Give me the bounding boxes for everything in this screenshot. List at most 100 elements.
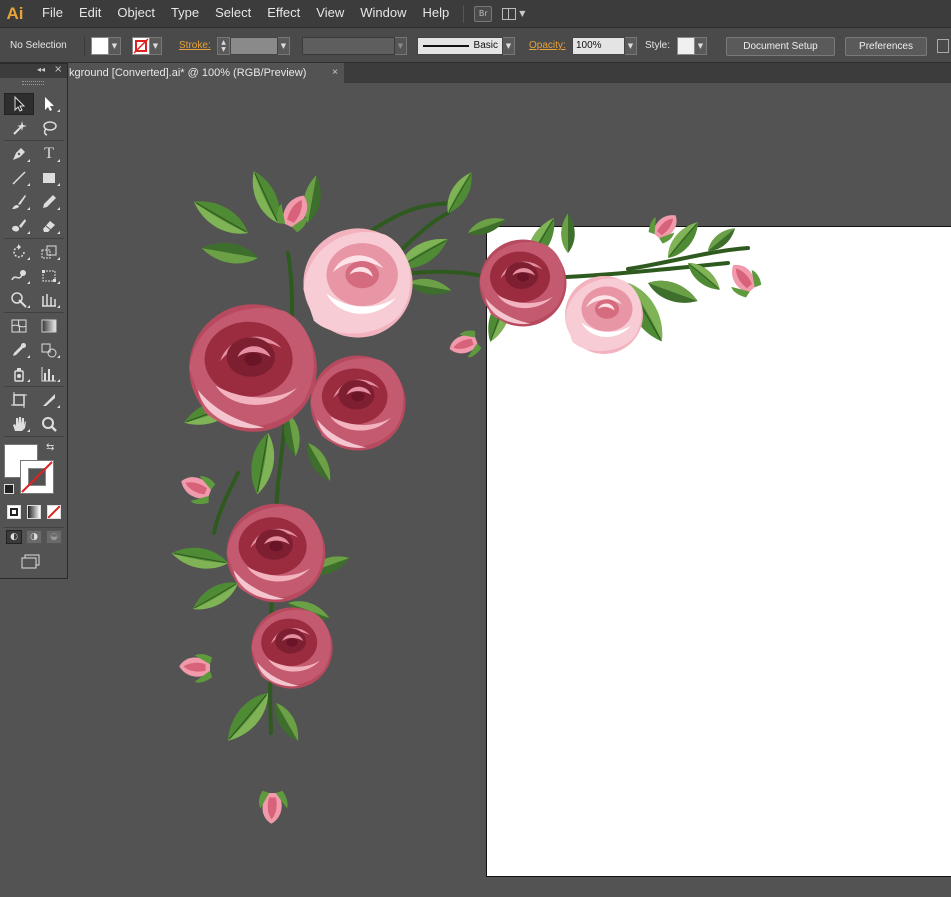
screen-mode-icon — [21, 554, 40, 569]
chevron-down-icon[interactable]: ▼ — [150, 37, 162, 55]
shape-builder-tool[interactable] — [4, 289, 34, 311]
tools-panel-header[interactable]: ◂◂ × — [0, 64, 67, 78]
gradient-mode-icon[interactable] — [27, 505, 41, 519]
divider — [4, 312, 64, 313]
direct-selection-tool[interactable] — [34, 93, 64, 115]
draw-normal-icon[interactable]: ◐ — [6, 530, 22, 544]
arrange-documents-button[interactable]: ▼ — [502, 6, 532, 22]
menu-window[interactable]: Window — [352, 0, 414, 27]
chevron-down-icon[interactable]: ▼ — [503, 37, 515, 55]
graphic-style-swatch[interactable] — [677, 37, 695, 55]
free-transform-tool[interactable] — [34, 265, 64, 287]
chevron-down-icon[interactable]: ▼ — [278, 37, 290, 55]
draw-behind-icon[interactable]: ◑ — [26, 530, 42, 544]
opacity-control[interactable]: 100% ▼ — [572, 37, 637, 55]
chevron-down-icon[interactable]: ▼ — [109, 37, 121, 55]
chevron-down-icon[interactable]: ▼ — [395, 37, 407, 55]
preferences-button[interactable]: Preferences — [845, 37, 927, 56]
scale-tool[interactable] — [34, 241, 64, 263]
gradient-tool[interactable] — [34, 315, 64, 337]
opacity-label[interactable]: Opacity: — [529, 37, 566, 55]
panel-grip[interactable] — [0, 78, 67, 86]
tool-row — [4, 363, 64, 385]
stroke-swatch[interactable] — [132, 37, 150, 55]
line-segment-tool[interactable] — [4, 167, 34, 189]
brush-definition-field[interactable]: Basic — [417, 37, 503, 55]
close-icon[interactable]: × — [54, 64, 62, 75]
none-mode-icon[interactable] — [47, 505, 61, 519]
zoom-tool[interactable] — [34, 413, 64, 435]
close-icon[interactable]: × — [332, 63, 338, 83]
variable-width-profile[interactable]: ▼ — [302, 37, 407, 55]
artboard-tool[interactable] — [4, 389, 34, 411]
magic-wand-tool[interactable] — [4, 117, 34, 139]
blend-tool[interactable] — [34, 339, 64, 361]
swap-fill-stroke-icon[interactable]: ⇆ — [46, 442, 54, 453]
stroke-color-control[interactable]: ▼ — [132, 37, 162, 55]
opacity-field[interactable]: 100% — [572, 37, 625, 55]
stroke-label[interactable]: Stroke: — [179, 37, 211, 55]
document-setup-button[interactable]: Document Setup — [726, 37, 835, 56]
bridge-button[interactable]: Br — [474, 5, 493, 22]
column-graph-tool[interactable] — [34, 363, 64, 385]
free-transform-icon — [42, 270, 56, 282]
default-fill-stroke-icon[interactable] — [4, 484, 14, 494]
menu-view[interactable]: View — [308, 0, 352, 27]
eraser-tool[interactable] — [34, 215, 64, 237]
symbol-sprayer-icon — [14, 368, 24, 382]
scale-icon — [41, 245, 57, 259]
stroke-weight-field[interactable] — [230, 37, 278, 55]
variable-width-field[interactable] — [302, 37, 395, 55]
rectangle-tool[interactable] — [34, 167, 64, 189]
gradient-icon — [41, 319, 57, 333]
paintbrush-tool[interactable] — [4, 191, 34, 213]
lasso-tool[interactable] — [34, 117, 64, 139]
document-tab[interactable]: kground [Converted].ai* @ 100% (RGB/Prev… — [66, 63, 344, 83]
type-tool[interactable]: T — [34, 143, 64, 165]
stroke-weight-stepper[interactable]: ▲ ▼ ▼ — [217, 37, 290, 55]
menu-effect[interactable]: Effect — [259, 0, 308, 27]
menu-edit[interactable]: Edit — [71, 0, 109, 27]
hand-tool[interactable] — [4, 413, 34, 435]
type-icon: T — [44, 145, 54, 162]
menu-help[interactable]: Help — [414, 0, 457, 27]
tool-row — [4, 167, 64, 189]
fill-swatch[interactable] — [91, 37, 109, 55]
rotate-tool[interactable] — [4, 241, 34, 263]
stepper-arrows-icon[interactable]: ▲ ▼ — [217, 37, 230, 55]
rectangle-icon — [43, 173, 55, 183]
menu-object[interactable]: Object — [109, 0, 163, 27]
illustrator-window: Ai File Edit Object Type Select Effect V… — [0, 0, 951, 897]
menu-type[interactable]: Type — [163, 0, 207, 27]
warp-tool[interactable] — [4, 265, 34, 287]
graphic-style-control[interactable]: ▼ — [677, 37, 707, 55]
screen-mode-button[interactable] — [20, 554, 42, 570]
pen-tool[interactable] — [4, 143, 34, 165]
chevron-down-icon[interactable]: ▼ — [625, 37, 637, 55]
divider — [4, 238, 64, 239]
brush-definition-control[interactable]: Basic ▼ — [417, 37, 515, 55]
eyedropper-tool[interactable] — [4, 339, 34, 361]
artboard-icon — [11, 392, 27, 408]
blob-brush-tool[interactable] — [4, 215, 34, 237]
color-mode-icon[interactable] — [7, 505, 21, 519]
fill-stroke-control: ⇆ — [2, 442, 62, 498]
tool-row — [4, 215, 64, 237]
perspective-grid-tool[interactable] — [34, 289, 64, 311]
rose-artwork[interactable] — [68, 83, 951, 897]
slice-tool[interactable] — [34, 389, 64, 411]
canvas[interactable] — [68, 83, 951, 897]
symbol-sprayer-tool[interactable] — [4, 363, 34, 385]
chevron-down-icon[interactable]: ▼ — [695, 37, 707, 55]
pencil-tool[interactable] — [34, 191, 64, 213]
fill-color-control[interactable]: ▼ — [91, 37, 121, 55]
mesh-tool[interactable] — [4, 315, 34, 337]
pen-icon — [13, 148, 25, 160]
collapse-icon[interactable]: ◂◂ — [37, 65, 45, 74]
draw-inside-icon[interactable]: ◒ — [46, 530, 62, 544]
selection-tool[interactable] — [4, 93, 34, 115]
stroke-color-swatch[interactable] — [20, 460, 54, 494]
arrange-icon[interactable] — [937, 39, 949, 53]
menu-select[interactable]: Select — [207, 0, 259, 27]
menu-file[interactable]: File — [34, 0, 71, 27]
